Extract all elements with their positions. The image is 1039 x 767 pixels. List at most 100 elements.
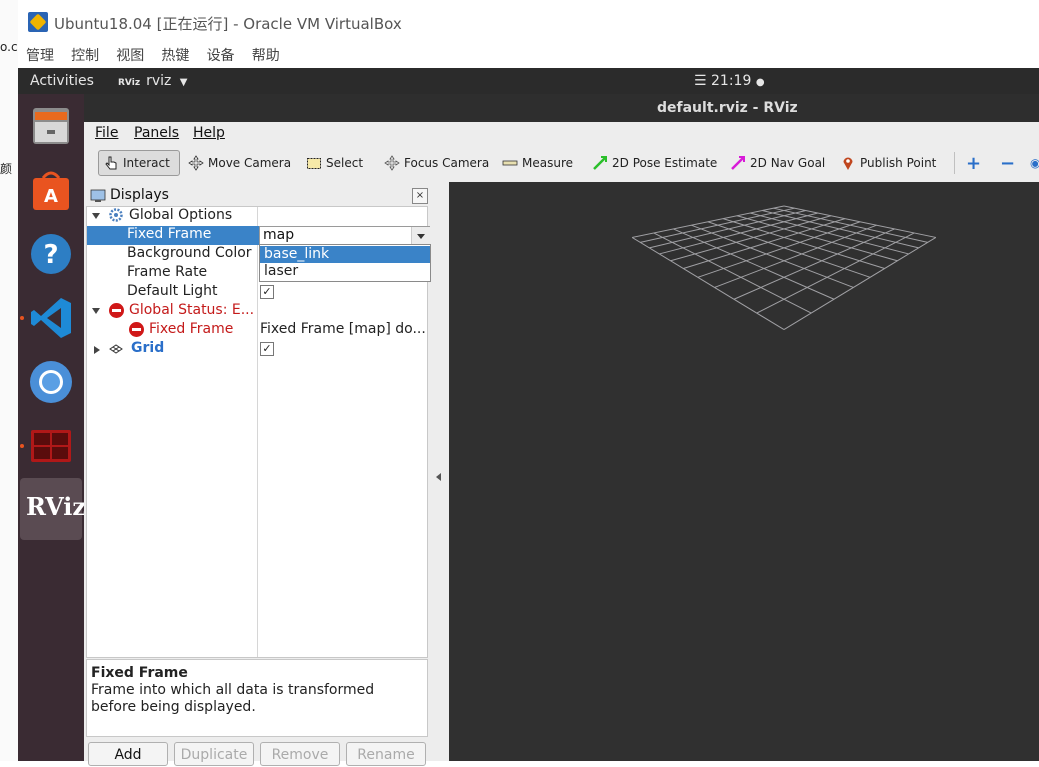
menu-file[interactable]: File [95,125,118,141]
grid-checkbox[interactable]: ✓ [260,342,274,356]
menu-control[interactable]: 控制 [71,45,99,65]
expand-arrow-icon[interactable] [92,308,100,314]
app-menu[interactable]: RViz rviz ▼ [118,73,188,89]
chevron-down-icon[interactable] [411,227,430,245]
menu-panels[interactable]: Panels [134,125,179,141]
clock[interactable]: ☰ 21:19 ● [694,73,765,89]
description-title: Fixed Frame [91,665,188,681]
default-light-checkbox[interactable]: ✓ [260,285,274,299]
row-label: Fixed Frame [127,226,212,242]
fixed-frame-combobox[interactable]: map [259,226,431,246]
menu-devices[interactable]: 设备 [207,45,235,65]
displays-panel: Displays × Global Options Fixed Frame Ba… [84,182,448,766]
grid-line [632,205,785,238]
pose-estimate-tool-button[interactable]: 2D Pose Estimate [592,150,717,176]
host-desktop-strip: o.cs 颜 [0,0,24,761]
nav-goal-tool-button[interactable]: 2D Nav Goal [730,150,825,176]
displays-tree: Global Options Fixed Frame Background Co… [86,206,431,658]
dropdown-option-laser[interactable]: laser [260,263,430,280]
focus-target-icon [384,155,400,171]
help-icon[interactable]: ? [27,230,75,278]
measure-tool-button[interactable]: Measure [502,150,573,176]
add-tool-button[interactable]: + [966,150,981,176]
selection-box-icon [306,155,322,171]
row-label: Background Color [127,245,252,261]
virtualbox-menubar: 管理 控制 视图 热键 设备 帮助 [18,42,1039,68]
rviz-window-title: default.rviz - RViz [657,100,798,116]
rviz-dock-label: RViz [26,492,87,521]
chromium-icon[interactable] [27,358,75,406]
focus-camera-tool-button[interactable]: Focus Camera [384,150,489,176]
running-indicator-icon [20,316,24,320]
measure-label: Measure [522,156,573,170]
rviz-icon[interactable]: RViz [20,478,86,540]
row-label: Global Status: E... [129,302,255,318]
panel-splitter[interactable] [430,182,449,761]
gnome-topbar: Activities RViz rviz ▼ ☰ 21:19 ● [18,68,1039,94]
menu-hotkeys[interactable]: 热键 [161,45,189,65]
menu-help[interactable]: 帮助 [252,45,280,65]
grid-icon [109,342,123,360]
virtualbox-titlebar: Ubuntu18.04 [正在运行] - Oracle VM VirtualBo… [18,0,1039,42]
ubuntu-dock: A ? RViz [18,94,86,761]
tree-row-global-status[interactable]: Global Status: E... [87,302,427,321]
error-icon [109,303,124,318]
grid-line [783,205,936,238]
status-dot-icon: ● [755,77,765,88]
close-icon[interactable]: × [412,188,428,204]
running-indicator-icon [20,444,24,448]
publish-point-label: Publish Point [860,156,937,170]
menu-manage[interactable]: 管理 [26,45,54,65]
grid-line [653,232,812,314]
expand-arrow-icon[interactable] [92,213,100,219]
rviz-menubar: File Panels Help [84,122,1039,144]
error-icon [129,322,144,337]
remove-button[interactable]: Remove [260,742,340,766]
collapse-arrow-icon[interactable] [436,473,441,481]
monitor-icon [90,188,106,208]
pose-estimate-label: 2D Pose Estimate [612,156,718,170]
hand-pointer-icon [103,155,119,171]
activities-button[interactable]: Activities [30,73,94,89]
tree-row-grid[interactable]: Grid ✓ [87,340,427,359]
row-label: Grid [131,340,165,356]
rename-button[interactable]: Rename [346,742,426,766]
publish-point-tool-button[interactable]: Publish Point [840,150,936,176]
grid-line [783,237,937,331]
virtualbox-logo-icon [28,12,48,32]
host-text-fragment: 颜 [0,162,13,176]
property-description: Fixed Frame Frame into which all data is… [86,659,428,737]
remove-tool-button[interactable]: − [1000,150,1015,176]
rviz-app-badge: RViz [118,78,141,88]
interact-tool-button[interactable]: Interact [98,150,180,176]
select-tool-button[interactable]: Select [306,150,363,176]
duplicate-button[interactable]: Duplicate [174,742,254,766]
move-camera-tool-button[interactable]: Move Camera [188,150,291,176]
expand-arrow-icon[interactable] [94,346,100,354]
menu-view[interactable]: 视图 [116,45,144,65]
grid-line [756,232,915,314]
notification-icon: ☰ [694,73,712,89]
focus-camera-label: Focus Camera [404,156,490,170]
window-title: Ubuntu18.04 [正在运行] - Oracle VM VirtualBo… [54,15,402,33]
status-message: Fixed Frame [map] do... [260,321,426,337]
tree-row-global-options[interactable]: Global Options [87,207,427,226]
terminal-icon[interactable] [27,422,75,470]
menu-help[interactable]: Help [193,125,225,141]
dropdown-option-base-link[interactable]: base_link [260,246,430,263]
software-store-icon[interactable]: A [27,166,75,214]
vscode-icon[interactable] [27,294,75,342]
render-viewport[interactable] [449,182,1039,761]
move-camera-label: Move Camera [208,156,292,170]
add-button[interactable]: Add [88,742,168,766]
tree-row-status-fixed-frame[interactable]: Fixed Frame Fixed Frame [map] do... [87,321,427,340]
tree-row-default-light[interactable]: Default Light ✓ [87,283,427,302]
rviz-titlebar: default.rviz - RViz [84,94,1039,122]
files-icon[interactable] [27,102,75,150]
row-label: Frame Rate [127,264,208,280]
grid-render [631,205,937,331]
select-label: Select [326,156,364,170]
fixed-frame-dropdown: base_link laser [259,244,431,282]
row-label: Global Options [129,207,233,223]
visibility-icon[interactable]: ◉ [1030,150,1039,176]
